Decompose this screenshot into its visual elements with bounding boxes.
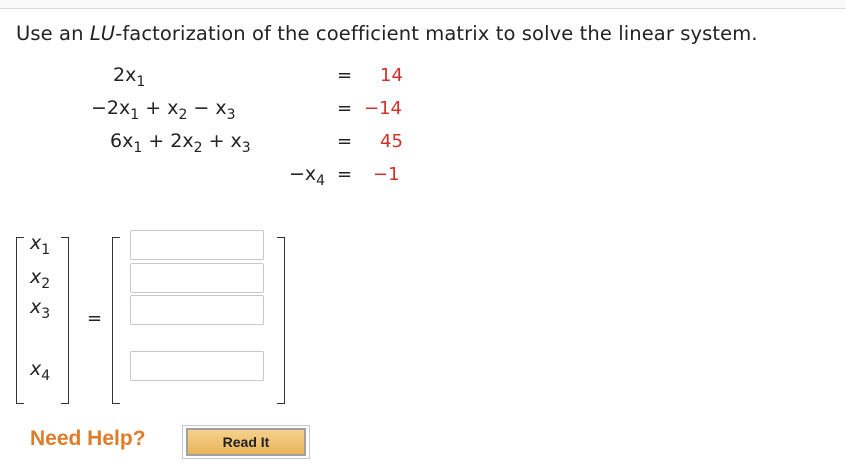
- answer-input-x4[interactable]: [130, 351, 264, 381]
- vector-left-bracket-close: [61, 237, 69, 404]
- vector-var-x3: x3: [30, 296, 51, 322]
- equation-2-lhs: −2x1 + x2 − x3: [91, 97, 236, 123]
- equals-sign: =: [337, 164, 353, 185]
- equals-sign: =: [337, 98, 353, 119]
- answer-left-bracket: [112, 237, 120, 404]
- equation-4-rhs: −1: [373, 164, 400, 185]
- equation-3-rhs: 45: [380, 131, 403, 152]
- vector-equals-sign: =: [87, 308, 103, 329]
- answer-input-x3[interactable]: [130, 295, 264, 325]
- top-divider: [0, 0, 846, 9]
- answer-input-x1[interactable]: [130, 230, 264, 260]
- vector-left-bracket-open: [16, 237, 24, 404]
- problem-prompt: Use an LU-factorization of the coefficie…: [16, 22, 758, 45]
- answer-right-bracket: [277, 237, 285, 404]
- answer-input-x2[interactable]: [130, 263, 264, 293]
- vector-var-x1: x1: [30, 232, 51, 258]
- equation-2-rhs: −14: [364, 98, 402, 119]
- vector-var-x4: x4: [30, 358, 51, 384]
- equals-sign: =: [337, 131, 353, 152]
- equation-3-lhs: 6x1 + 2x2 + x3: [110, 130, 251, 156]
- need-help-label: Need Help?: [30, 427, 146, 450]
- equation-1-lhs: 2x1: [113, 64, 146, 90]
- equals-sign: =: [337, 65, 353, 86]
- read-it-button[interactable]: Read It: [186, 428, 306, 456]
- equation-4-lhs: −x4: [289, 163, 326, 189]
- equation-1-rhs: 14: [380, 65, 403, 86]
- vector-var-x2: x2: [30, 266, 51, 292]
